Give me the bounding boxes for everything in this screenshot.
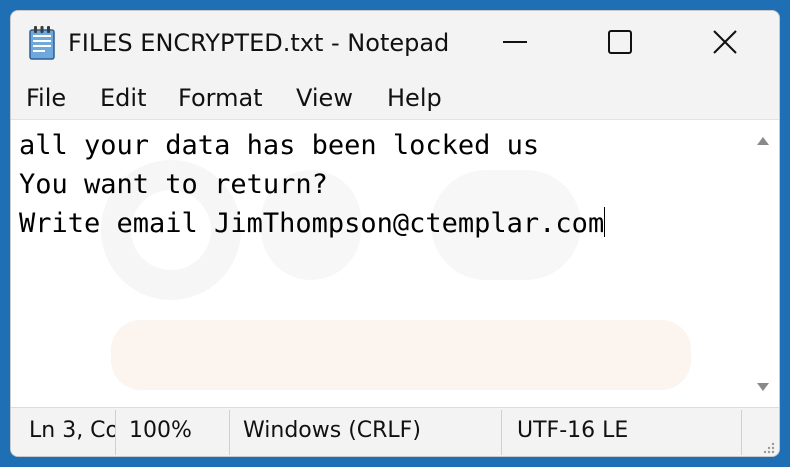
menu-format[interactable]: Format bbox=[178, 84, 263, 112]
text-caret bbox=[604, 207, 606, 237]
maximize-button[interactable] bbox=[596, 19, 644, 69]
menu-bar: File Edit Format View Help bbox=[11, 77, 779, 119]
minimize-button[interactable] bbox=[491, 19, 539, 69]
document-text[interactable]: all your data has been locked us You want… bbox=[19, 126, 739, 396]
text-editor[interactable]: all your data has been locked us You want… bbox=[11, 119, 779, 408]
menu-view[interactable]: View bbox=[296, 84, 353, 112]
resize-grip-icon[interactable] bbox=[761, 439, 775, 454]
menu-file[interactable]: File bbox=[26, 84, 66, 112]
scroll-up-arrow-icon[interactable] bbox=[757, 137, 769, 145]
notepad-window: FILES ENCRYPTED.txt - Notepad File Edit … bbox=[11, 11, 779, 456]
status-separator bbox=[741, 410, 742, 455]
title-bar[interactable]: FILES ENCRYPTED.txt - Notepad bbox=[11, 11, 779, 77]
close-button[interactable] bbox=[701, 19, 749, 69]
menu-help[interactable]: Help bbox=[387, 84, 442, 112]
close-icon bbox=[712, 29, 738, 59]
status-line-ending: Windows (CRLF) bbox=[243, 418, 421, 443]
status-zoom: 100% bbox=[129, 418, 192, 443]
status-separator bbox=[229, 410, 230, 455]
text-line-3-content: Write email JimThompson@ctemplar.com bbox=[19, 208, 605, 239]
scroll-down-arrow-icon[interactable] bbox=[757, 383, 769, 391]
text-line-3: Write email JimThompson@ctemplar.com bbox=[19, 204, 739, 243]
status-separator bbox=[115, 410, 116, 455]
vertical-scrollbar[interactable] bbox=[746, 120, 779, 408]
status-cursor-position: Ln 3, Co bbox=[29, 418, 115, 443]
status-encoding: UTF-16 LE bbox=[517, 418, 629, 443]
text-line-1: all your data has been locked us bbox=[19, 130, 540, 161]
maximize-icon bbox=[607, 29, 633, 59]
status-bar: Ln 3, Co 100% Windows (CRLF) UTF-16 LE bbox=[11, 407, 779, 456]
text-line-2: You want to return? bbox=[19, 169, 328, 200]
notepad-icon bbox=[28, 26, 56, 60]
status-separator bbox=[501, 410, 502, 455]
menu-edit[interactable]: Edit bbox=[100, 84, 146, 112]
window-title: FILES ENCRYPTED.txt - Notepad bbox=[68, 29, 450, 57]
minimize-icon bbox=[502, 29, 528, 59]
